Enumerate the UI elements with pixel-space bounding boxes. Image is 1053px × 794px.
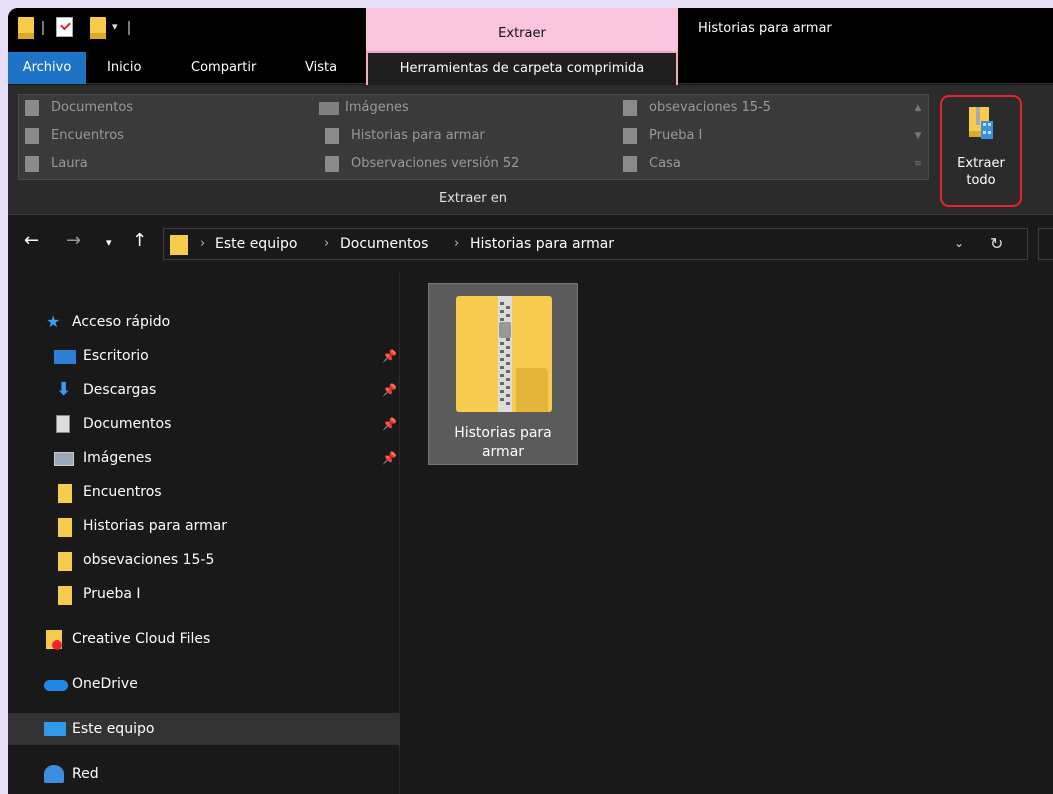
separator — [42, 21, 44, 35]
sidebar-item-historias-para-armar[interactable]: Historias para armar — [8, 510, 400, 542]
folder-icon — [25, 156, 39, 172]
sidebar-item-encuentros[interactable]: Encuentros — [8, 476, 400, 508]
new-folder-icon[interactable] — [90, 17, 106, 39]
folder-icon — [58, 552, 72, 571]
tab-archivo[interactable]: Archivo — [8, 52, 86, 84]
scroll-down-icon[interactable]: ▼ — [908, 122, 928, 150]
zip-folder-item[interactable]: Historias para armar — [428, 283, 578, 465]
context-tab-header: Extraer — [366, 8, 678, 53]
refresh-icon[interactable]: ↻ — [990, 234, 1003, 253]
title-bar: ▾ Extraer Historias para armar — [8, 8, 1053, 53]
document-icon — [56, 415, 70, 433]
document-icon — [25, 100, 39, 116]
ribbon: Documentos Encuentros Laura Imágenes His… — [8, 85, 1053, 215]
recent-locations-icon[interactable]: ▾ — [106, 236, 112, 249]
folder-icon — [58, 586, 72, 605]
pictures-icon — [54, 452, 74, 466]
file-list: Historias para armar — [401, 272, 1053, 794]
address-bar[interactable]: › Este equipo › Documentos › Historias p… — [163, 228, 1028, 260]
sidebar-item-prueba-i[interactable]: Prueba I — [8, 578, 400, 610]
folder-icon — [170, 235, 188, 255]
ribbon-tabs: Archivo Inicio Compartir Vista Herramien… — [8, 51, 1053, 85]
gallery-scrollbar[interactable]: ▲ ▼ ≡ — [908, 94, 928, 180]
tab-herramientas-carpeta-comprimida[interactable]: Herramientas de carpeta comprimida — [366, 51, 678, 85]
properties-icon[interactable] — [56, 17, 73, 37]
sidebar-item-acceso-rapido[interactable]: ★ Acceso rápido — [8, 306, 400, 338]
address-dropdown-icon[interactable]: ⌄ — [954, 236, 964, 250]
pin-icon[interactable]: 📌 — [382, 340, 397, 372]
network-icon — [44, 765, 64, 783]
sidebar-item-descargas[interactable]: ⬇ Descargas 📌 — [8, 374, 400, 406]
folder-icon — [58, 484, 72, 503]
extract-zip-icon — [969, 107, 993, 139]
breadcrumb-este-equipo[interactable]: Este equipo — [215, 236, 297, 252]
tab-compartir[interactable]: Compartir — [191, 52, 256, 84]
customize-toolbar-icon[interactable]: ▾ — [112, 20, 118, 33]
up-arrow-icon[interactable]: ↑ — [132, 230, 147, 251]
pin-icon[interactable]: 📌 — [382, 442, 397, 474]
chevron-right-icon[interactable]: › — [200, 236, 205, 251]
creative-cloud-badge-icon — [52, 640, 62, 650]
sidebar-item-escritorio[interactable]: Escritorio 📌 — [8, 340, 400, 372]
window-title: Historias para armar — [698, 21, 832, 36]
sidebar-item-imagenes[interactable]: Imágenes 📌 — [8, 442, 400, 474]
breadcrumb-documentos[interactable]: Documentos — [340, 236, 428, 252]
cloud-icon — [44, 680, 68, 691]
scroll-up-icon[interactable]: ▲ — [908, 94, 928, 122]
download-arrow-icon: ⬇ — [56, 379, 72, 400]
folder-icon — [325, 156, 339, 172]
folder-icon — [25, 128, 39, 144]
sidebar-item-documentos[interactable]: Documentos 📌 — [8, 408, 400, 440]
sidebar-item-onedrive[interactable]: OneDrive — [8, 668, 400, 700]
sidebar-item-obsevaciones-15-5[interactable]: obsevaciones 15-5 — [8, 544, 400, 576]
zip-folder-label: Historias para armar — [454, 425, 552, 460]
extract-all-button[interactable]: Extraer todo — [940, 95, 1022, 207]
pin-icon[interactable]: 📌 — [382, 408, 397, 440]
breadcrumb-historias-para-armar[interactable]: Historias para armar — [470, 236, 614, 252]
chevron-right-icon[interactable]: › — [454, 236, 459, 251]
separator — [128, 21, 130, 35]
desktop-icon — [54, 350, 76, 364]
back-arrow-icon[interactable]: ← — [24, 230, 39, 251]
pictures-icon — [319, 102, 339, 115]
sidebar-item-este-equipo[interactable]: Este equipo — [8, 713, 400, 745]
extract-all-label: Extraer todo — [957, 156, 1005, 188]
folder-icon[interactable] — [18, 17, 34, 39]
file-explorer-window: ▾ Extraer Historias para armar Archivo I… — [8, 8, 1053, 794]
zip-folder-icon — [456, 296, 552, 412]
ribbon-group-label: Extraer en — [438, 191, 508, 206]
star-icon: ★ — [46, 312, 61, 331]
folder-icon — [623, 156, 637, 172]
chevron-right-icon[interactable]: › — [324, 236, 329, 251]
search-input[interactable] — [1038, 228, 1053, 260]
tab-vista[interactable]: Vista — [305, 52, 337, 84]
forward-arrow-icon[interactable]: → — [66, 230, 81, 251]
folder-icon — [325, 128, 339, 144]
folder-icon — [58, 518, 72, 537]
sidebar-item-creative-cloud-files[interactable]: Creative Cloud Files — [8, 623, 400, 655]
sidebar-item-red[interactable]: Red — [8, 758, 400, 790]
pin-icon[interactable]: 📌 — [382, 374, 397, 406]
computer-icon — [44, 722, 66, 736]
folder-icon — [623, 100, 637, 116]
navigation-pane: ★ Acceso rápido Escritorio 📌 ⬇ Descargas… — [8, 272, 400, 794]
extract-to-gallery: Documentos Encuentros Laura Imágenes His… — [18, 94, 929, 180]
folder-icon — [623, 128, 637, 144]
gallery-expand-icon[interactable]: ≡ — [908, 150, 928, 178]
tab-inicio[interactable]: Inicio — [107, 52, 141, 84]
navigation-bar: ← → ▾ ↑ › Este equipo › Documentos › His… — [8, 216, 1053, 270]
